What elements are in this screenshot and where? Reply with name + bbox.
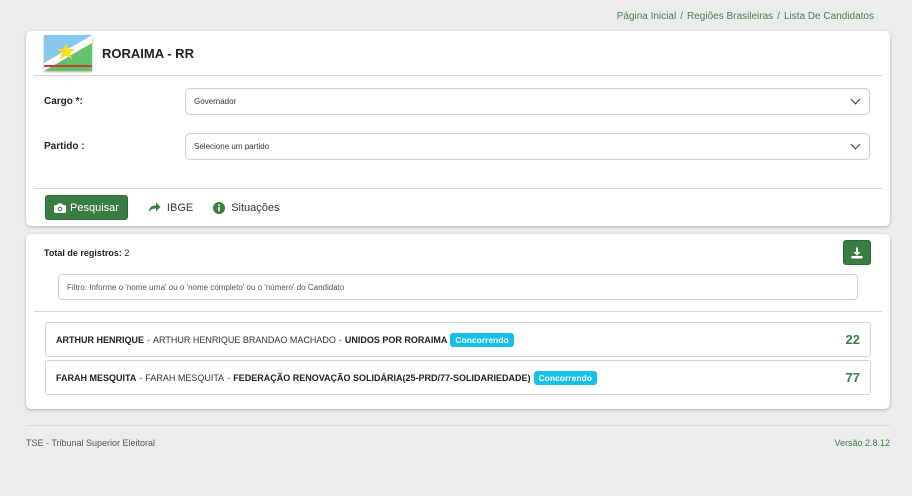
candidate-nome-completo: FARAH MESQUITA [145,372,225,383]
footer-divider [26,425,890,426]
download-button[interactable] [843,240,871,265]
roraima-flag-icon [44,35,92,71]
cargo-selected-value: Governador [194,97,237,106]
partido-selected-value: Selecione um partido [194,142,270,151]
breadcrumb-separator: / [777,11,780,22]
footer-organization: TSE - Tribunal Superior Eleitoral [26,438,156,448]
candidate-nome-urna: FARAH MESQUITA [56,372,137,383]
total-records: Total de registros: 2 [44,248,129,258]
divider [34,311,882,312]
status-badge: Concorrendo [450,332,514,347]
search-card: RORAIMA - RR Cargo *: Governador Partido… [26,31,890,226]
page-title: RORAIMA - RR [102,45,194,61]
breadcrumb-regions[interactable]: Regiões Brasileiras [687,11,773,22]
partido-select[interactable]: Selecione um partido [185,133,870,160]
dash: - [227,372,231,383]
state-header: RORAIMA - RR [34,31,882,76]
candidate-row[interactable]: ARTHUR HENRIQUE - ARTHUR HENRIQUE BRANDA… [45,322,871,357]
candidate-nome-urna: ARTHUR HENRIQUE [56,334,145,345]
info-circle-icon [213,201,226,214]
candidate-number: 77 [845,370,860,385]
dash: - [147,334,151,345]
partido-row: Partido : Selecione um partido [44,133,870,160]
candidate-partido: UNIDOS POR RORAIMA [344,334,448,345]
footer-version: Versão 2.8.12 [834,438,890,448]
candidate-nome-completo: ARTHUR HENRIQUE BRANDAO MACHADO [153,334,336,345]
situacoes-link[interactable]: Situações [213,201,280,214]
candidate-number: 22 [845,332,860,347]
action-bar: Pesquisar IBGE Situações [34,188,882,226]
filter-placeholder: Filtro: Informe o 'nome urna' ou o 'nome… [67,282,345,292]
cargo-row: Cargo *: Governador [44,88,870,115]
search-button-label: Pesquisar [70,201,119,214]
partido-label: Partido : [44,141,85,152]
breadcrumb-candidates[interactable]: Lista De Candidatos [784,11,874,22]
status-badge: Concorrendo [533,370,597,385]
results-card: Total de registros: 2 Filtro: Informe o … [26,234,890,409]
share-arrow-icon [148,202,161,212]
ibge-label: IBGE [166,201,194,214]
candidate-partido: FEDERAÇÃO RENOVAÇÃO SOLIDÁRIA(25-PRD/77-… [233,372,531,383]
candidate-row[interactable]: FARAH MESQUITA - FARAH MESQUITA - FEDERA… [45,360,871,395]
breadcrumb-separator: / [680,11,683,22]
cargo-select[interactable]: Governador [185,88,870,115]
total-label: Total de registros: [44,248,122,258]
filter-input[interactable]: Filtro: Informe o 'nome urna' ou o 'nome… [58,274,858,300]
camera-icon [54,203,66,213]
chevron-down-icon [850,94,861,105]
download-icon [851,247,863,258]
cargo-label: Cargo *: [44,96,83,107]
breadcrumb: Página Inicial / Regiões Brasileiras / L… [617,11,874,22]
ibge-link[interactable]: IBGE [148,202,193,214]
breadcrumb-home[interactable]: Página Inicial [617,11,676,22]
total-value: 2 [124,248,130,258]
situacoes-label: Situações [231,201,280,214]
dash: - [139,372,143,383]
dash: - [338,334,342,345]
chevron-down-icon [850,139,861,150]
search-button[interactable]: Pesquisar [45,195,128,220]
